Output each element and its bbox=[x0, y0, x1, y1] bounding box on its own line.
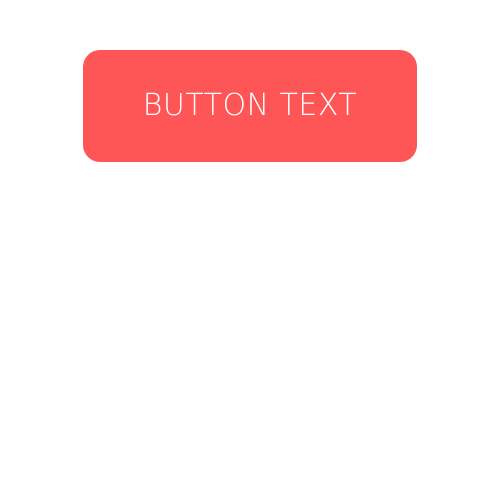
page-canvas: BUTTON TEXT bbox=[0, 0, 500, 500]
primary-button[interactable]: BUTTON TEXT bbox=[83, 50, 417, 162]
button-label: BUTTON TEXT bbox=[142, 88, 358, 123]
